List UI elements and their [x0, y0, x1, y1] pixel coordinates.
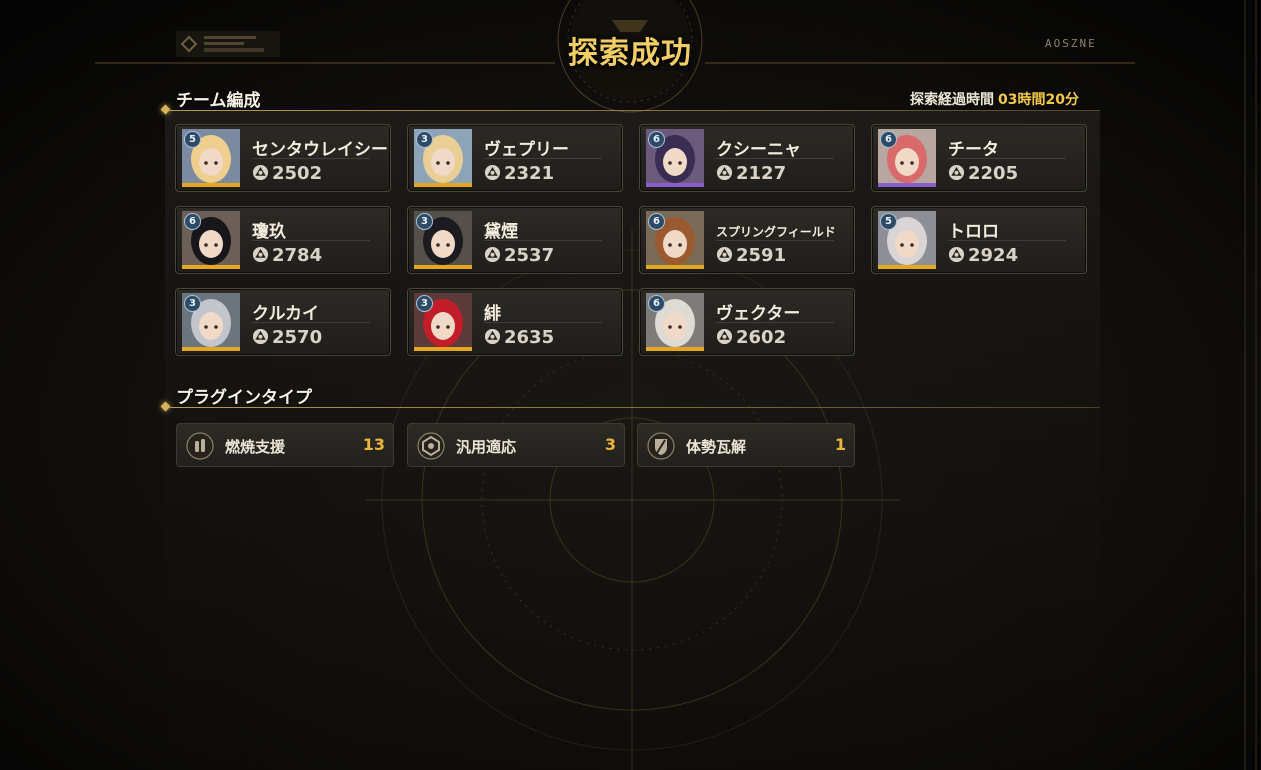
rank-badge: 6 [184, 213, 201, 230]
name-divider [252, 322, 370, 323]
combat-power-value: 2127 [736, 163, 787, 184]
combat-power: 2602 [716, 327, 786, 348]
team-divider [170, 110, 1100, 111]
character-card[interactable]: 5 トロロ 2924 [871, 206, 1087, 274]
character-name: センタウレイシー [252, 140, 388, 160]
character-card[interactable]: 3 クルカイ 2570 [175, 288, 391, 356]
combat-power: 2591 [716, 245, 786, 266]
combat-power: 2537 [484, 245, 554, 266]
combat-power-value: 2502 [272, 163, 323, 184]
name-divider [252, 240, 370, 241]
plugin-heading: プラグインタイプ [176, 388, 312, 408]
combat-power-icon [948, 164, 965, 181]
combat-power: 2502 [252, 163, 322, 184]
plugin-type-count: 3 [604, 435, 616, 454]
rank-badge: 3 [416, 131, 433, 148]
combat-power-value: 2537 [504, 245, 555, 266]
combat-power-value: 2784 [272, 245, 323, 266]
character-card[interactable]: 6 瓊玖 2784 [175, 206, 391, 274]
combat-power: 2321 [484, 163, 554, 184]
combat-power: 2127 [716, 163, 786, 184]
combat-power-value: 2635 [504, 327, 555, 348]
rank-badge: 3 [184, 295, 201, 312]
plugin-type-count: 1 [834, 435, 846, 454]
combat-power-value: 2570 [272, 327, 323, 348]
rank-badge: 5 [184, 131, 201, 148]
character-name: 瓊玖 [252, 222, 286, 242]
plugin-divider [170, 407, 1100, 408]
combat-power-icon [484, 164, 501, 181]
combat-power: 2924 [948, 245, 1018, 266]
character-name: 緋 [484, 304, 501, 324]
character-name: クルカイ [252, 304, 319, 324]
combat-power-icon [252, 246, 269, 263]
combat-power-icon [716, 246, 733, 263]
name-divider [484, 158, 602, 159]
character-card[interactable]: 6 チータ 2205 [871, 124, 1087, 192]
name-divider [716, 240, 834, 241]
elapsed-label: 探索経過時間 [910, 92, 994, 108]
character-name: チータ [948, 140, 999, 160]
rank-badge: 6 [648, 131, 665, 148]
name-divider [948, 240, 1066, 241]
combat-power-icon [252, 164, 269, 181]
character-name: トロロ [948, 222, 999, 242]
character-card[interactable]: 6 クシーニャ 2127 [639, 124, 855, 192]
plugin-type-label: 燃焼支援 [225, 438, 286, 456]
plugin-type-count: 13 [362, 435, 385, 454]
combat-power: 2570 [252, 327, 322, 348]
combat-power-icon [484, 328, 501, 345]
combat-power-value: 2591 [736, 245, 787, 266]
combat-power-icon [716, 328, 733, 345]
elapsed-time: 探索経過時間 03時間20分 [910, 89, 1079, 109]
character-card[interactable]: 3 ヴェプリー 2321 [407, 124, 623, 192]
posture-break-icon [646, 431, 676, 461]
general-adapt-icon [416, 431, 446, 461]
plugin-type-row[interactable]: 汎用適応 3 [407, 423, 625, 467]
character-card[interactable]: 3 緋 2635 [407, 288, 623, 356]
combat-power-icon [252, 328, 269, 345]
combat-power: 2635 [484, 327, 554, 348]
rank-badge: 6 [648, 213, 665, 230]
rank-badge: 6 [648, 295, 665, 312]
plugin-type-label: 体勢瓦解 [686, 438, 747, 456]
rank-badge: 6 [880, 131, 897, 148]
name-divider [484, 240, 602, 241]
combat-power-value: 2205 [968, 163, 1019, 184]
character-name: ヴェクター [716, 304, 801, 324]
plugin-type-label: 汎用適応 [456, 438, 517, 456]
name-divider [716, 322, 834, 323]
combat-power-icon [716, 164, 733, 181]
combat-power-value: 2321 [504, 163, 555, 184]
name-divider [716, 158, 834, 159]
result-title: 探索成功 [568, 36, 692, 71]
character-card[interactable]: 6 ヴェクター 2602 [639, 288, 855, 356]
rank-badge: 5 [880, 213, 897, 230]
gunkan-logo-icon [176, 31, 280, 57]
character-name: スプリングフィールド [716, 225, 836, 239]
combat-power-value: 2924 [968, 245, 1019, 266]
plugin-type-row[interactable]: 燃焼支援 13 [176, 423, 394, 467]
character-card[interactable]: 5 センタウレイシー 2502 [175, 124, 391, 192]
team-heading: チーム編成 [176, 91, 261, 111]
combat-power-value: 2602 [736, 327, 787, 348]
character-name: クシーニャ [716, 140, 801, 160]
burn-support-icon [185, 431, 215, 461]
character-name: 黛煙 [484, 222, 518, 242]
elapsed-value: 03時間20分 [998, 92, 1079, 108]
plugin-type-row[interactable]: 体勢瓦解 1 [637, 423, 855, 467]
character-card[interactable]: 6 スプリングフィールド 2591 [639, 206, 855, 274]
name-divider [484, 322, 602, 323]
rank-badge: 3 [416, 295, 433, 312]
name-divider [948, 158, 1066, 159]
logo-right: AOSZNE [1045, 37, 1097, 50]
name-divider [252, 158, 370, 159]
rank-badge: 3 [416, 213, 433, 230]
combat-power: 2784 [252, 245, 322, 266]
character-card[interactable]: 3 黛煙 2537 [407, 206, 623, 274]
combat-power: 2205 [948, 163, 1018, 184]
character-name: ヴェプリー [484, 140, 569, 160]
combat-power-icon [948, 246, 965, 263]
combat-power-icon [484, 246, 501, 263]
